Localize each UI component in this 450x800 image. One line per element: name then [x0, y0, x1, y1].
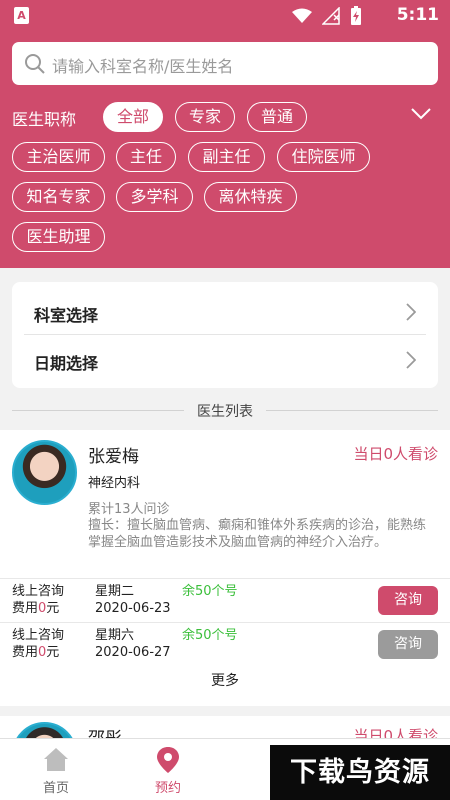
- chip-expert[interactable]: 专家: [175, 102, 235, 132]
- app-notification-icon: A: [14, 7, 29, 24]
- chip-multidisciplinary[interactable]: 多学科: [116, 182, 193, 212]
- selection-card: 科室选择 日期选择: [12, 282, 438, 388]
- avatar: [12, 440, 77, 505]
- search-input[interactable]: 请输入科室名称/医生姓名: [12, 42, 438, 85]
- doctor-name: 张爱梅: [88, 447, 139, 467]
- doctor-status: 当日0人看诊: [353, 445, 438, 463]
- chip-resident[interactable]: 住院医师: [277, 142, 370, 172]
- no-signal-icon: [322, 7, 340, 25]
- nav-appointment[interactable]: 预约: [112, 739, 224, 800]
- watermark-logo: 下载鸟资源: [270, 745, 450, 800]
- chip-regular[interactable]: 普通: [247, 102, 307, 132]
- system-icons: [292, 6, 362, 26]
- search-placeholder: 请输入科室名称/医生姓名: [52, 57, 234, 76]
- chevron-down-icon[interactable]: [410, 106, 432, 122]
- slot-weekday: 星期二: [95, 584, 135, 599]
- home-icon: [44, 748, 68, 771]
- nav-home-label: 首页: [42, 781, 69, 796]
- slot-fee: 费用0元: [12, 645, 60, 660]
- consult-button[interactable]: 咨询: [378, 586, 438, 615]
- chip-deputy-director[interactable]: 副主任: [188, 142, 265, 172]
- doctor-department: 神经内科: [88, 476, 141, 491]
- chevron-right-icon: [406, 303, 416, 321]
- slot-date: 2020-06-23: [95, 601, 171, 616]
- clock: 5:11: [396, 5, 439, 25]
- slot-type: 线上咨询: [12, 584, 65, 599]
- doctor-list-title: 医生列表: [197, 404, 253, 420]
- chip-attending[interactable]: 主治医师: [12, 142, 105, 172]
- slot-date: 2020-06-27: [95, 645, 171, 660]
- chevron-right-icon: [406, 351, 416, 369]
- more-button[interactable]: 更多: [0, 670, 450, 690]
- slot-fee: 费用0元: [12, 601, 60, 616]
- consult-count: 累计13人问诊: [88, 502, 170, 517]
- location-pin-icon: [157, 747, 179, 773]
- chip-doctor-assistant[interactable]: 医生助理: [12, 222, 105, 252]
- doctor-card[interactable]: 张爱梅 当日0人看诊 神经内科 累计13人问诊 擅长：擅长脑血管病、癫痫和锥体外…: [0, 430, 450, 706]
- status-bar: A 5:11: [0, 0, 450, 32]
- battery-charging-icon: [351, 6, 361, 25]
- chip-director[interactable]: 主任: [116, 142, 176, 172]
- date-select-label: 日期选择: [34, 354, 99, 373]
- doctor-specialty: 擅长：擅长脑血管病、癫痫和锥体外系疾病的诊治，能熟练掌握全脑血管造影技术及脑血管…: [88, 518, 427, 550]
- chip-famous-expert[interactable]: 知名专家: [12, 182, 105, 212]
- department-select[interactable]: 科室选择: [12, 287, 438, 335]
- filter-header: 请输入科室名称/医生姓名 医生职称 全部 专家 普通 主治医师 主任 副主任 住…: [0, 32, 450, 268]
- search-icon: [25, 54, 45, 74]
- date-select[interactable]: 日期选择: [12, 335, 438, 383]
- slot-type: 线上咨询: [12, 628, 65, 643]
- slot-remaining: 余50个号: [182, 584, 238, 599]
- doctor-title-label: 医生职称: [12, 110, 77, 129]
- consult-button-disabled[interactable]: 咨询: [378, 630, 438, 659]
- nav-home[interactable]: 首页: [0, 739, 112, 800]
- chip-all[interactable]: 全部: [103, 102, 163, 132]
- doctor-list-header: 医生列表: [0, 400, 450, 420]
- slot-remaining: 余50个号: [182, 628, 238, 643]
- divider: [266, 410, 438, 411]
- chip-retired-special[interactable]: 离休特疾: [204, 182, 297, 212]
- department-select-label: 科室选择: [34, 306, 99, 325]
- wifi-icon: [292, 8, 312, 23]
- schedule-slot: 线上咨询 费用0元 星期六 2020-06-27 余50个号 咨询: [0, 622, 450, 666]
- slot-weekday: 星期六: [95, 628, 135, 643]
- schedule-slot: 线上咨询 费用0元 星期二 2020-06-23 余50个号 咨询: [0, 578, 450, 622]
- nav-appointment-label: 预约: [154, 781, 181, 796]
